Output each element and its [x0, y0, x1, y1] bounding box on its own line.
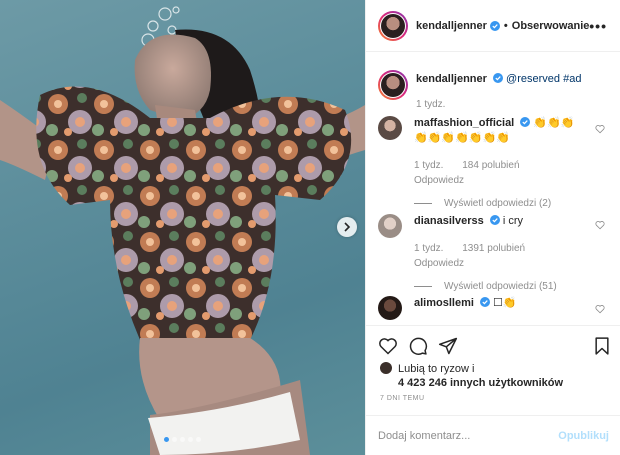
action-bar	[366, 325, 620, 365]
commenter-username[interactable]: maffashion_official	[414, 117, 514, 129]
comment-text: 👏👏👏	[533, 117, 575, 129]
comment-text: i cry	[502, 215, 524, 227]
save-bookmark-icon[interactable]	[592, 336, 612, 356]
verified-badge-icon	[489, 215, 500, 225]
commenter-avatar[interactable]	[378, 116, 402, 140]
carousel-dot	[188, 437, 193, 442]
reply-button[interactable]: Odpowiedz	[414, 173, 594, 188]
comment-age[interactable]: 1 tydz.	[414, 160, 443, 171]
author-avatar[interactable]	[378, 10, 408, 41]
carousel-indicator	[164, 437, 201, 442]
likes-summary[interactable]: Lubią to ryzow i 4 423 246 innych użytko…	[380, 362, 563, 390]
commenter-username[interactable]: dianasilverss	[414, 215, 484, 227]
comment-item: maffashion_official 👏👏👏 👏👏👏👏👏👏👏 1 tydz. …	[378, 116, 594, 211]
caption: kendalljenner @reserved #ad 1 tydz.	[378, 70, 596, 112]
view-replies-button[interactable]: Wyświetl odpowiedzi (51)	[414, 279, 594, 294]
comment-item: dianasilverss i cry 1 tydz. 1391 polubie…	[378, 214, 594, 294]
comment-text-continued: 👏👏👏👏👏👏👏	[414, 132, 510, 144]
view-replies-label: Wyświetl odpowiedzi (51)	[444, 281, 557, 292]
caption-hashtag[interactable]: #ad	[563, 73, 581, 85]
verified-badge-icon	[479, 297, 490, 307]
verified-badge-icon	[489, 20, 500, 31]
more-options-button[interactable]: •••	[589, 18, 607, 34]
post-header: kendalljenner • Obserwowanie •••	[366, 0, 620, 52]
caption-username[interactable]: kendalljenner	[416, 73, 487, 85]
post-timestamp[interactable]: 7 DNI TEMU	[380, 395, 425, 402]
likes-count[interactable]: 4 423 246 innych użytkowników	[398, 376, 563, 390]
caption-age[interactable]: 1 tydz.	[416, 99, 445, 110]
next-slide-button[interactable]	[337, 217, 357, 237]
underwater-photo	[0, 6, 365, 455]
commenter-avatar[interactable]	[378, 214, 402, 238]
instagram-post: kendalljenner • Obserwowanie ••• kendall…	[0, 0, 620, 455]
like-comment-heart-icon[interactable]	[595, 304, 605, 314]
post-side-panel: kendalljenner • Obserwowanie ••• kendall…	[365, 0, 620, 455]
add-comment-bar: Opublikuj	[366, 415, 620, 455]
verified-badge-icon	[492, 73, 503, 83]
post-photo[interactable]	[0, 0, 365, 455]
comment-likes-count[interactable]: 1391 polubień	[462, 243, 525, 254]
comment-likes-count[interactable]: 184 polubień	[462, 160, 519, 171]
share-plane-icon[interactable]	[438, 336, 458, 356]
comment-text: ☐👏	[493, 297, 517, 309]
carousel-dot	[172, 437, 177, 442]
replies-divider	[414, 286, 432, 287]
view-replies-button[interactable]: Wyświetl odpowiedzi (2)	[414, 196, 594, 211]
liker-avatar	[380, 362, 392, 374]
caption-avatar[interactable]	[378, 70, 408, 100]
liked-by-text: Lubią to ryzow i	[398, 363, 475, 375]
comments-list[interactable]: kendalljenner @reserved #ad 1 tydz. maff…	[366, 52, 620, 325]
comment-age[interactable]: 1 tydz.	[414, 243, 443, 254]
replies-divider	[414, 203, 432, 204]
commenter-avatar[interactable]	[378, 296, 402, 320]
like-heart-icon[interactable]	[378, 336, 398, 356]
comment-item: alimosllemi ☐👏	[378, 296, 594, 320]
comment-input[interactable]	[378, 429, 538, 442]
view-replies-label: Wyświetl odpowiedzi (2)	[444, 198, 552, 209]
commenter-username[interactable]: alimosllemi	[414, 297, 474, 309]
reply-button[interactable]: Odpowiedz	[414, 256, 594, 271]
like-comment-heart-icon[interactable]	[595, 124, 605, 134]
carousel-dot	[164, 437, 169, 442]
chevron-right-icon	[344, 222, 351, 232]
carousel-dot	[180, 437, 185, 442]
publish-button[interactable]: Opublikuj	[558, 430, 609, 442]
carousel-dot	[196, 437, 201, 442]
comment-bubble-icon[interactable]	[408, 336, 428, 356]
author-username[interactable]: kendalljenner	[416, 20, 487, 32]
following-button[interactable]: Obserwowanie	[512, 20, 590, 32]
caption-mention[interactable]: @reserved	[506, 73, 560, 85]
like-comment-heart-icon[interactable]	[595, 220, 605, 230]
verified-badge-icon	[520, 117, 531, 127]
